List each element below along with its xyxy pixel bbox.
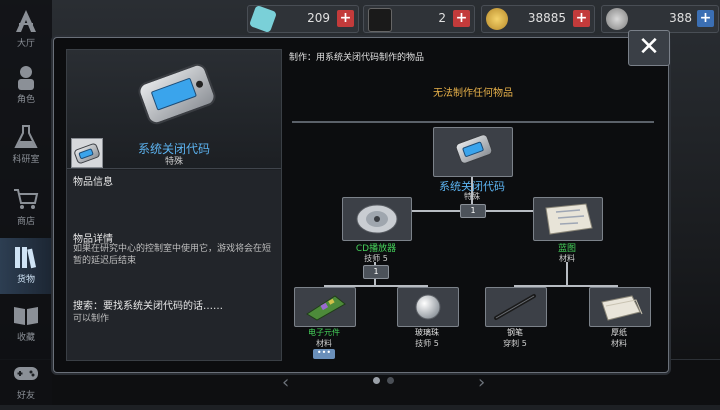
node-sub: 材料 (611, 339, 627, 348)
nav-label: 货物 (16, 275, 35, 285)
node-count: 1 (363, 265, 389, 279)
divider (292, 121, 654, 123)
gamepad-icon (12, 360, 40, 386)
nav-item-friends[interactable]: 好友 (0, 354, 52, 410)
cd-player-icon (356, 204, 398, 234)
nav-label: 好友 (16, 391, 35, 401)
resource-value: 38885 (527, 11, 566, 25)
nav-item-lobby[interactable]: 大厅 (0, 2, 52, 58)
side-nav: 大厅 角色 科研室 商店 货物 收藏 好友 (0, 0, 52, 405)
blueprint-icon (545, 203, 593, 235)
add-cards-button[interactable]: + (453, 10, 470, 27)
node-name: 厚纸 (611, 328, 627, 337)
recipe-node-cd-player[interactable] (342, 197, 412, 241)
add-coins-button[interactable]: + (573, 10, 590, 27)
gem-icon (248, 4, 278, 34)
character-icon (12, 64, 40, 90)
shutdown-device-icon (454, 132, 494, 166)
recipe-node-thick-paper[interactable] (589, 287, 651, 327)
coin-icon (486, 8, 508, 30)
nav-label: 商店 (16, 217, 35, 227)
nav-label: 科研室 (12, 155, 40, 165)
recipe-node-glass-bead[interactable] (397, 287, 459, 327)
add-gems-button[interactable]: + (337, 10, 354, 27)
resource-cards[interactable]: 2 + (363, 5, 475, 33)
collection-book-icon (12, 302, 40, 328)
nav-item-character[interactable]: 角色 (0, 58, 52, 114)
node-sub: 材料 (559, 254, 575, 263)
resource-gems[interactable]: 209 + (247, 4, 359, 34)
lobby-icon (12, 8, 40, 34)
nav-item-goods[interactable]: 货物 (0, 238, 52, 294)
nav-label: 角色 (16, 95, 35, 105)
tree-connector (566, 262, 568, 286)
search-header: 搜索：要找系统关闭代码的话…… (73, 301, 223, 312)
prev-page-arrow-icon[interactable]: ‹ (282, 372, 289, 393)
craft-title: 制作：用系统关闭代码制作的物品 (289, 53, 425, 63)
card-icon (368, 8, 392, 32)
node-sub: 穿刺 5 (503, 339, 527, 348)
nav-item-lab[interactable]: 科研室 (0, 118, 52, 174)
thick-paper-icon (601, 295, 643, 321)
resource-coins[interactable]: 38885 + (481, 5, 595, 33)
divider (67, 168, 281, 169)
next-page-arrow-icon[interactable]: › (478, 372, 485, 393)
resource-value: 388 (669, 11, 692, 25)
node-name: 电子元件 (308, 328, 340, 337)
circuit-board-icon (306, 295, 346, 321)
recipe-node-electronic-parts[interactable] (294, 287, 356, 327)
nav-label: 大厅 (16, 39, 35, 49)
cart-icon (12, 186, 40, 212)
pen-icon (494, 294, 536, 320)
item-info-header: 物品信息 (73, 177, 113, 188)
node-name: 玻璃珠 (415, 328, 439, 337)
resource-value: 209 (307, 11, 330, 25)
resource-value: 2 (438, 11, 446, 25)
close-button[interactable]: ✕ (628, 30, 670, 66)
page-dot (387, 377, 394, 384)
nav-item-shop[interactable]: 商店 (0, 180, 52, 236)
recipe-node-pen[interactable] (485, 287, 547, 327)
node-sub: 技师 5 (364, 254, 388, 263)
node-sub: 技师 5 (415, 339, 439, 348)
node-sub: 特殊 (464, 192, 480, 201)
more-button[interactable]: ••• (313, 349, 335, 359)
node-count: 1 (460, 204, 486, 218)
item-description: 如果在研究中心的控制室中使用它，游戏将会在短暂的延迟后结束 (73, 244, 272, 266)
books-icon (12, 244, 40, 270)
resource-tokens[interactable]: 388 + (601, 5, 719, 33)
page-dot-active (373, 377, 380, 384)
item-detail-panel: 系统关闭代码 特殊 物品信息 物品详情 如果在研究中心的控制室中使用它，游戏将会… (66, 49, 282, 361)
shutdown-device-icon (135, 61, 219, 127)
nav-item-collection[interactable]: 收藏 (0, 296, 52, 352)
close-icon: ✕ (638, 32, 660, 62)
glass-bead-icon (415, 294, 441, 320)
item-thumbnail-icon (71, 138, 103, 168)
search-text: 可以制作 (73, 314, 110, 324)
node-name: 钢笔 (507, 328, 523, 337)
recipe-node-root[interactable] (433, 127, 513, 177)
lab-flask-icon (12, 124, 40, 150)
craft-warning: 无法制作任何物品 (433, 88, 513, 99)
add-tokens-button[interactable]: + (697, 10, 714, 27)
token-icon (606, 8, 628, 30)
recipe-node-blueprint[interactable] (533, 197, 603, 241)
nav-label: 收藏 (16, 333, 35, 343)
